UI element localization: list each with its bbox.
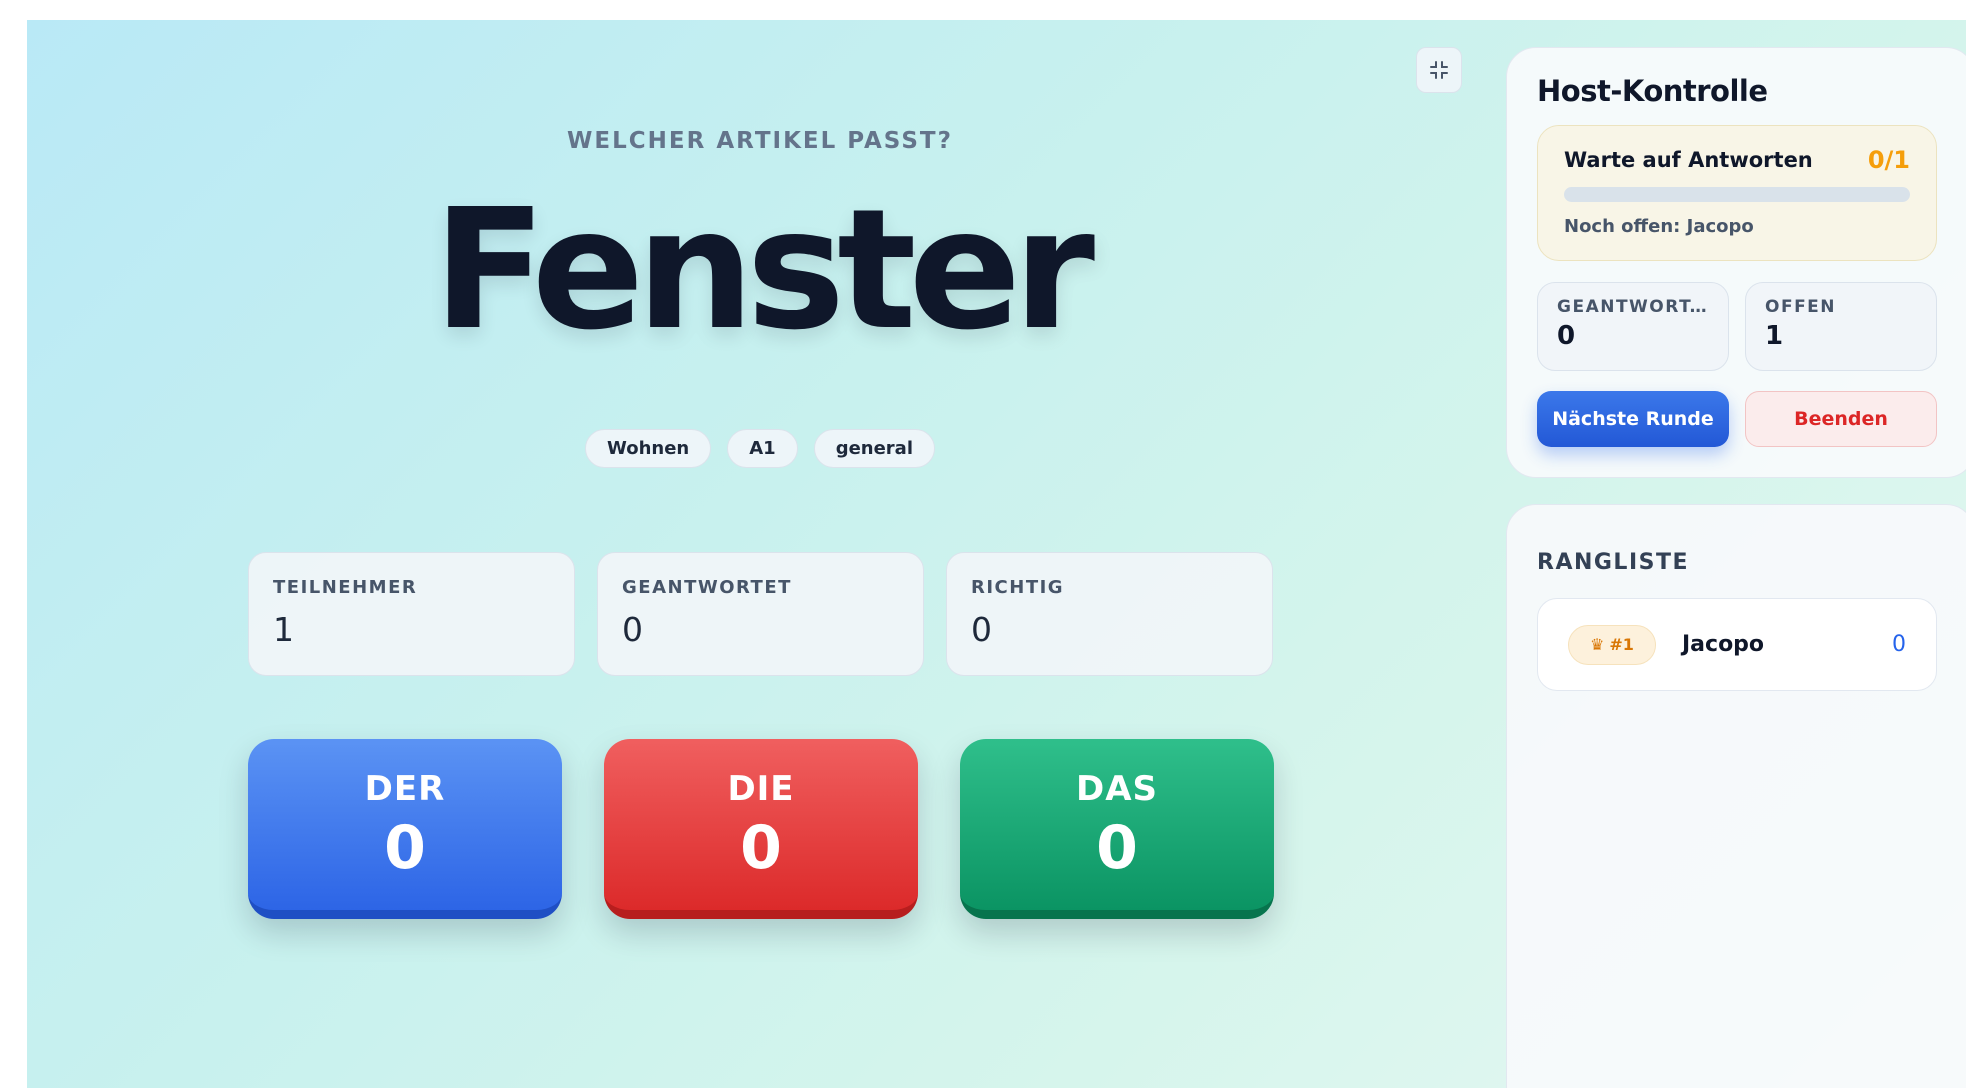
collapse-fullscreen-button[interactable] — [1416, 47, 1462, 93]
rank-badge: ♛ #1 — [1568, 624, 1656, 665]
tag-level: A1 — [727, 429, 798, 468]
host-panel-title: Host-Kontrolle — [1537, 74, 1768, 108]
answer-das-tile: DAS 0 — [960, 739, 1274, 919]
mini-stat-open: OFFEN 1 — [1745, 282, 1937, 371]
stat-participants: TEILNEHMER 1 — [248, 552, 575, 676]
article-label: DIE — [727, 769, 795, 809]
next-round-button[interactable]: Nächste Runde — [1537, 391, 1729, 447]
question-prompt: WELCHER ARTIKEL PASST? — [567, 128, 953, 154]
answer-die-tile: DIE 0 — [604, 739, 918, 919]
tag-category: general — [813, 429, 935, 468]
answer-count: 0 — [740, 813, 782, 883]
stat-value: 1 — [273, 610, 294, 649]
stat-label: TEILNEHMER — [273, 577, 418, 598]
stat-label: RICHTIG — [971, 577, 1065, 598]
stat-value: 0 — [622, 610, 643, 649]
player-name: Jacopo — [1682, 632, 1765, 657]
round-stats: TEILNEHMER 1 GEANTWORTET 0 RICHTIG 0 — [248, 552, 1273, 676]
stat-answered: GEANTWORTET 0 — [597, 552, 924, 676]
leaderboard-row: ♛ #1 Jacopo 0 — [1537, 598, 1937, 691]
mini-stat-label: GEANTWORT... — [1557, 297, 1709, 317]
stat-value: 0 — [971, 610, 992, 649]
article-answer-tiles: DER 0 DIE 0 DAS 0 — [248, 739, 1274, 919]
player-score: 0 — [1892, 632, 1906, 657]
mini-stat-value: 0 — [1557, 321, 1576, 351]
word-tags: Wohnen A1 general — [27, 429, 1493, 468]
host-control-panel: Host-Kontrolle Warte auf Antworten 0/1 N… — [1506, 47, 1966, 478]
presentation-stage: WELCHER ARTIKEL PASST? Fenster Wohnen A1… — [27, 20, 1966, 1088]
leaderboard-title: RANGLISTE — [1537, 550, 1690, 575]
article-label: DAS — [1075, 769, 1159, 809]
answer-progress-bar — [1564, 187, 1910, 202]
mini-stat-answered: GEANTWORT... 0 — [1537, 282, 1729, 371]
answer-count: 0 — [1096, 813, 1138, 883]
noun-word: Fenster — [432, 174, 1095, 367]
answer-fraction: 0/1 — [1867, 146, 1910, 174]
rank-position: #1 — [1609, 635, 1634, 654]
host-actions: Nächste Runde Beenden — [1537, 391, 1945, 447]
waiting-status-card: Warte auf Antworten 0/1 Noch offen: Jaco… — [1537, 125, 1937, 261]
stat-label: GEANTWORTET — [622, 577, 792, 598]
pending-players-text: Noch offen: Jacopo — [1564, 216, 1754, 237]
stat-correct: RICHTIG 0 — [946, 552, 1273, 676]
crown-icon: ♛ — [1590, 635, 1605, 654]
waiting-title: Warte auf Antworten — [1564, 148, 1813, 172]
mini-stat-label: OFFEN — [1765, 297, 1837, 317]
answer-der-tile: DER 0 — [248, 739, 562, 919]
answer-count: 0 — [384, 813, 426, 883]
collapse-icon — [1430, 61, 1448, 79]
leaderboard-panel: RANGLISTE ♛ #1 Jacopo 0 — [1506, 504, 1966, 1088]
host-mini-stats: GEANTWORT... 0 OFFEN 1 — [1537, 282, 1945, 371]
mini-stat-value: 1 — [1765, 321, 1784, 351]
end-game-button[interactable]: Beenden — [1745, 391, 1937, 447]
tag-topic: Wohnen — [584, 429, 712, 468]
article-label: DER — [364, 769, 446, 809]
